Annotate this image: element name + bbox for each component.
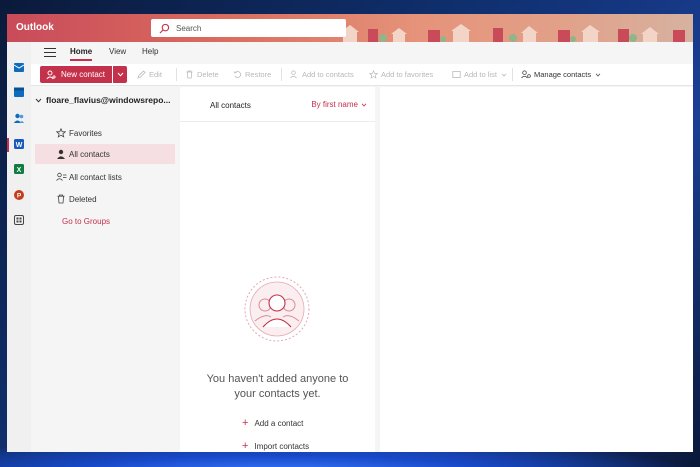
folder-pane: floare_flavius@windowsrepo... Favorites … <box>31 86 179 452</box>
folder-deleted[interactable]: Deleted <box>35 189 175 209</box>
search-placeholder: Search <box>176 23 202 33</box>
chevron-down-icon <box>361 103 367 107</box>
search-box[interactable]: Search <box>151 19 346 37</box>
folder-all-contact-lists[interactable]: All contact lists <box>35 167 175 187</box>
contact-list-icon <box>56 172 67 181</box>
empty-state-message: You haven't added anyone to your contact… <box>180 372 375 402</box>
add-to-contacts-button[interactable]: Add to contacts <box>290 70 354 79</box>
add-contact-label: Add a contact <box>254 418 304 428</box>
edit-label: Edit <box>149 70 162 79</box>
star-icon <box>369 70 378 79</box>
add-to-contacts-label: Add to contacts <box>302 70 354 79</box>
add-contact-link[interactable]: + Add a contact <box>242 417 303 429</box>
chevron-down-icon <box>117 72 123 77</box>
list-header: All contacts By first name <box>180 87 375 122</box>
mail-icon[interactable] <box>13 61 25 73</box>
banner-illustration <box>341 24 685 42</box>
add-person-icon <box>46 70 56 79</box>
tab-home[interactable]: Home <box>70 47 92 56</box>
pencil-icon <box>137 70 146 79</box>
account-name: floare_flavius@windowsrepo... <box>46 95 171 105</box>
list-icon <box>452 71 461 78</box>
person-icon <box>57 149 65 159</box>
reading-pane <box>380 87 693 452</box>
add-to-list-label: Add to list <box>464 70 497 79</box>
chevron-down-icon <box>501 73 507 77</box>
outlook-window: Outlook Search W X P Home View Help New … <box>7 14 693 452</box>
add-to-favorites-label: Add to favorites <box>381 70 434 79</box>
trash-icon <box>57 194 65 204</box>
empty-state-line: your contacts yet. <box>234 388 321 400</box>
add-to-list-button[interactable]: Add to list <box>452 70 510 79</box>
folder-label: Deleted <box>69 194 97 204</box>
add-person-icon <box>290 70 297 79</box>
excel-icon[interactable]: X <box>13 163 25 175</box>
edit-button[interactable]: Edit <box>137 70 162 79</box>
folder-label: All contact lists <box>69 172 122 182</box>
toolbar-divider <box>176 68 177 81</box>
restore-button[interactable]: Restore <box>233 70 271 79</box>
rail-active-indicator <box>7 138 9 152</box>
app-rail: W X P <box>7 42 31 452</box>
toolbar-divider <box>281 68 282 81</box>
svg-text:X: X <box>17 167 22 174</box>
empty-contacts-illustration <box>244 276 310 342</box>
calendar-icon[interactable] <box>13 86 25 98</box>
delete-button[interactable]: Delete <box>185 70 219 79</box>
search-icon <box>159 23 170 33</box>
trash-icon <box>186 70 193 79</box>
app-title: Outlook <box>16 22 54 33</box>
add-to-favorites-button[interactable]: Add to favorites <box>369 70 433 79</box>
manage-contacts-button[interactable]: Manage contacts <box>521 70 604 79</box>
folder-label: All contacts <box>69 149 110 159</box>
folder-favorites[interactable]: Favorites <box>35 123 175 143</box>
plus-icon: + <box>242 417 249 429</box>
ribbon-tabs: Home View Help <box>31 42 693 64</box>
word-icon[interactable]: W <box>13 138 25 150</box>
svg-text:P: P <box>17 193 22 200</box>
contacts-list-pane: All contacts By first name You haven't a… <box>180 87 375 452</box>
folder-label: Favorites <box>69 128 102 138</box>
new-contact-button[interactable]: New contact <box>40 66 112 83</box>
restore-icon <box>233 71 241 78</box>
star-icon <box>56 128 66 138</box>
list-title: All contacts <box>210 101 251 110</box>
restore-label: Restore <box>245 70 272 79</box>
sort-label: By first name <box>311 100 358 109</box>
manage-contacts-label: Manage contacts <box>534 70 592 79</box>
empty-state-line: You haven't added anyone to <box>206 373 349 385</box>
menu-icon[interactable] <box>44 48 56 58</box>
powerpoint-icon[interactable]: P <box>13 189 25 201</box>
header-banner: Outlook Search <box>7 14 693 42</box>
import-contacts-link[interactable]: + Import contacts <box>242 440 309 452</box>
people-icon[interactable] <box>13 112 25 124</box>
new-contact-label: New contact <box>61 70 106 79</box>
command-bar: New contact Edit Delete Restore Add to c… <box>31 64 693 86</box>
sort-dropdown[interactable]: By first name <box>311 100 367 109</box>
apps-icon[interactable] <box>13 214 25 226</box>
new-contact-dropdown[interactable] <box>113 66 127 83</box>
import-contacts-label: Import contacts <box>254 441 310 451</box>
chevron-down-icon <box>595 73 601 77</box>
tab-help[interactable]: Help <box>142 47 158 56</box>
toolbar-divider <box>512 68 513 81</box>
folder-all-contacts[interactable]: All contacts <box>35 144 175 164</box>
tab-view[interactable]: View <box>109 47 126 56</box>
svg-text:W: W <box>16 142 23 149</box>
tab-active-underline <box>70 59 92 61</box>
manage-contacts-icon <box>521 70 531 79</box>
plus-icon: + <box>242 440 249 452</box>
chevron-down-icon <box>35 98 42 103</box>
account-node[interactable]: floare_flavius@windowsrepo... <box>35 95 170 105</box>
delete-label: Delete <box>197 70 219 79</box>
go-to-groups-link[interactable]: Go to Groups <box>62 217 110 226</box>
